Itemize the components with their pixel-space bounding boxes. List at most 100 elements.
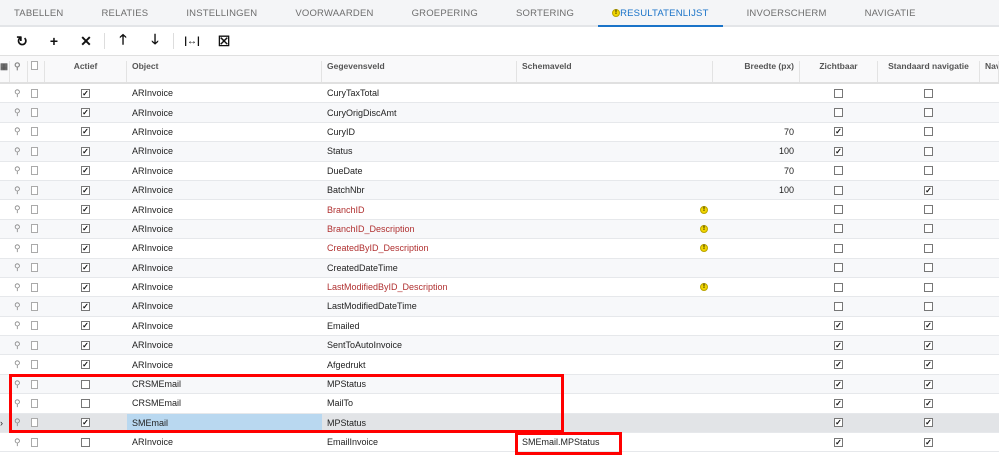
actief-checkbox[interactable]: ✓ — [81, 301, 90, 311]
object-cell[interactable]: ARInvoice — [127, 355, 322, 373]
actief-checkbox[interactable]: ✓ — [81, 88, 90, 98]
standaard-navigatie-checkbox[interactable]: ✓ — [924, 360, 933, 370]
width-cell[interactable]: 70 — [713, 162, 800, 180]
add-button[interactable]: + — [38, 33, 70, 49]
standaard-navigatie-checkbox[interactable]: ✓ — [924, 398, 933, 408]
table-row[interactable]: ⚲ ARInvoice EmailInvoice SMEmail.MPStatu… — [0, 433, 999, 453]
object-cell[interactable]: ARInvoice — [127, 433, 322, 451]
attachment-icon[interactable]: ⚲ — [10, 336, 28, 354]
schema-cell[interactable] — [517, 123, 713, 141]
standaard-navigatie-checkbox[interactable]: ✓ — [924, 437, 933, 447]
standaard-navigatie-checkbox[interactable] — [924, 205, 933, 215]
actief-checkbox[interactable]: ✓ — [81, 205, 90, 215]
standaard-navigatie-checkbox[interactable] — [924, 301, 933, 311]
standaard-navigatie-checkbox[interactable] — [924, 224, 933, 234]
table-row[interactable]: ⚲ ✓ ARInvoice BranchID_Description ! — [0, 219, 999, 240]
attachment-icon[interactable]: ⚲ — [10, 84, 28, 102]
nav-cell[interactable] — [980, 278, 999, 296]
attachment-icon[interactable]: ⚲ — [10, 317, 28, 335]
actief-checkbox[interactable]: ✓ — [81, 108, 90, 118]
field-cell[interactable]: CuryOrigDiscAmt — [322, 103, 517, 121]
table-row[interactable]: ⚲ ✓ ARInvoice BranchID ! — [0, 200, 999, 220]
field-cell[interactable]: BranchID_Description — [322, 220, 517, 238]
object-cell[interactable]: ARInvoice — [127, 84, 322, 102]
actief-checkbox[interactable]: ✓ — [81, 360, 90, 370]
actief-checkbox[interactable]: ✓ — [81, 185, 90, 195]
attachment-icon[interactable]: ⚲ — [10, 239, 28, 257]
actief-checkbox[interactable] — [81, 437, 90, 447]
object-cell[interactable]: ARInvoice — [127, 297, 322, 315]
note-icon[interactable] — [28, 103, 45, 121]
field-cell[interactable]: EmailInvoice — [322, 433, 517, 451]
table-row[interactable]: ⚲ ✓ ARInvoice Status 100 ✓ — [0, 142, 999, 162]
standaard-navigatie-checkbox[interactable] — [924, 108, 933, 118]
object-cell[interactable]: ARInvoice — [127, 162, 322, 180]
standaard-navigatie-checkbox[interactable]: ✓ — [924, 379, 933, 389]
header-schemaveld[interactable]: Schemaveld — [517, 61, 713, 82]
note-icon[interactable] — [28, 162, 45, 180]
tab-navigatie[interactable]: NAVIGATIE — [865, 0, 930, 25]
attachment-icon[interactable]: ⚲ — [10, 181, 28, 199]
width-cell[interactable] — [713, 200, 800, 218]
table-row[interactable]: ⚲ ✓ ARInvoice Afgedrukt ✓ ✓ — [0, 355, 999, 375]
field-cell[interactable]: CuryTaxTotal — [322, 84, 517, 102]
note-icon[interactable] — [28, 259, 45, 277]
fit-columns-button[interactable]: |↔| — [176, 36, 208, 47]
object-cell[interactable]: ARInvoice — [127, 220, 322, 238]
tab-tabellen[interactable]: TABELLEN — [14, 0, 77, 25]
width-cell[interactable] — [713, 220, 800, 238]
actief-checkbox[interactable]: ✓ — [81, 321, 90, 331]
actief-checkbox[interactable]: ✓ — [81, 340, 90, 350]
width-cell[interactable] — [713, 336, 800, 354]
nav-cell[interactable] — [980, 375, 999, 393]
tab-instellingen[interactable]: INSTELLINGEN — [186, 0, 271, 25]
attachment-icon[interactable]: ⚲ — [10, 162, 28, 180]
standaard-navigatie-checkbox[interactable] — [924, 282, 933, 292]
object-cell[interactable]: ARInvoice — [127, 259, 322, 277]
standaard-navigatie-checkbox[interactable] — [924, 127, 933, 137]
schema-cell[interactable] — [517, 84, 713, 102]
field-cell[interactable]: Status — [322, 142, 517, 160]
nav-cell[interactable] — [980, 336, 999, 354]
zichtbaar-checkbox[interactable] — [834, 224, 843, 234]
note-icon[interactable] — [28, 123, 45, 141]
refresh-button[interactable]: ↻ — [6, 33, 38, 50]
standaard-navigatie-checkbox[interactable]: ✓ — [924, 321, 933, 331]
actief-checkbox[interactable]: ✓ — [81, 263, 90, 273]
table-row[interactable]: ⚲ ✓ ARInvoice LastModifiedDateTime — [0, 297, 999, 317]
standaard-navigatie-checkbox[interactable] — [924, 243, 933, 253]
move-up-button[interactable]: 🡑 — [107, 29, 139, 53]
table-row[interactable]: ⚲ ✓ ARInvoice CuryTaxTotal — [0, 84, 999, 104]
zichtbaar-checkbox[interactable]: ✓ — [834, 398, 843, 408]
header-nav[interactable]: Nav — [980, 61, 999, 82]
tab-resultatenlijst[interactable]: ! RESULTATENLIJST — [598, 0, 723, 27]
zichtbaar-checkbox[interactable] — [834, 243, 843, 253]
zichtbaar-checkbox[interactable] — [834, 166, 843, 176]
nav-cell[interactable] — [980, 433, 999, 451]
nav-cell[interactable] — [980, 142, 999, 160]
header-actief[interactable]: Actief — [45, 61, 127, 82]
nav-cell[interactable] — [980, 181, 999, 199]
field-cell[interactable]: CreatedByID_Description — [322, 239, 517, 257]
width-cell[interactable] — [713, 278, 800, 296]
width-cell[interactable] — [713, 297, 800, 315]
schema-cell[interactable] — [517, 259, 713, 277]
object-cell[interactable]: ARInvoice — [127, 239, 322, 257]
schema-cell[interactable]: ! — [517, 239, 713, 257]
field-cell[interactable]: LastModifiedDateTime — [322, 297, 517, 315]
attachment-icon[interactable]: ⚲ — [10, 278, 28, 296]
schema-cell[interactable]: ! — [517, 200, 713, 218]
width-cell[interactable] — [713, 317, 800, 335]
object-cell[interactable]: ARInvoice — [127, 142, 322, 160]
zichtbaar-checkbox[interactable]: ✓ — [834, 146, 843, 156]
note-icon[interactable] — [28, 181, 45, 199]
move-down-button[interactable]: 🡓 — [139, 29, 171, 53]
note-icon[interactable] — [28, 433, 45, 451]
table-row[interactable]: ⚲ ✓ ARInvoice CreatedByID_Description ! — [0, 239, 999, 259]
attachment-icon[interactable]: ⚲ — [10, 200, 28, 218]
nav-cell[interactable] — [980, 103, 999, 121]
note-icon[interactable] — [28, 317, 45, 335]
actief-checkbox[interactable]: ✓ — [81, 243, 90, 253]
note-icon[interactable] — [28, 142, 45, 160]
nav-cell[interactable] — [980, 220, 999, 238]
